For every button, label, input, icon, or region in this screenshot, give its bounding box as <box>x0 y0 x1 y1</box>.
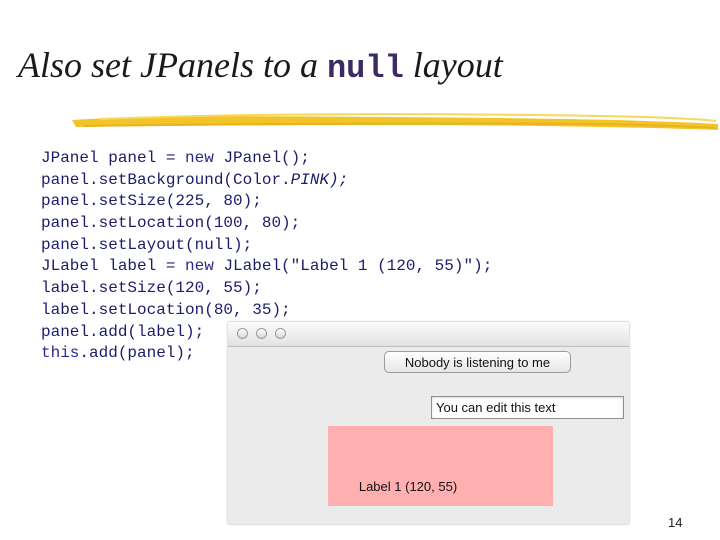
code-text: JPanel(); <box>213 149 310 167</box>
code-keyword: this <box>41 344 80 363</box>
title-prefix: Also set JPanels to a <box>18 45 327 85</box>
close-dot-icon[interactable] <box>237 328 248 339</box>
code-constant: PINK); <box>290 170 349 189</box>
code-keyword: new <box>185 149 214 167</box>
minimize-dot-icon[interactable] <box>256 328 267 339</box>
window-title-bar[interactable] <box>228 322 629 347</box>
editable-text-field[interactable] <box>431 396 624 419</box>
code-text: label.setSize(120, 55); <box>41 279 262 298</box>
brush-underline <box>72 113 718 130</box>
pink-panel: Label 1 (120, 55) <box>328 426 553 506</box>
code-keyword: new <box>185 257 214 276</box>
title-suffix: layout <box>403 45 503 85</box>
code-text: panel.setLayout(null); <box>41 235 253 254</box>
zoom-dot-icon[interactable] <box>275 328 286 339</box>
slide-title: Also set JPanels to a null layout <box>18 44 503 87</box>
code-line: label.setLocation(80, 35); <box>41 300 492 322</box>
code-line: panel.setSize(225, 80); <box>41 191 492 213</box>
code-text: label.setLocation(80, 35); <box>41 300 291 319</box>
title-null-keyword: null <box>326 50 404 87</box>
code-text: JLabel("Label 1 (120, 55)"); <box>213 257 493 276</box>
code-line: panel.setLayout(null); <box>41 235 492 257</box>
page-number: 14 <box>668 515 683 530</box>
code-line: panel.setLocation(100, 80); <box>41 213 492 235</box>
code-text: panel.setLocation(100, 80); <box>41 214 301 233</box>
code-text: .add(panel); <box>79 344 195 363</box>
code-text: JLabel label = <box>41 257 186 276</box>
panel-label: Label 1 (120, 55) <box>358 479 458 494</box>
code-text: panel.add(label); <box>41 322 205 341</box>
code-text: panel.setBackground(Color. <box>41 170 291 189</box>
code-line: panel.setBackground(Color.PINK); <box>41 170 492 192</box>
code-line: JLabel label = new JLabel("Label 1 (120,… <box>41 256 492 278</box>
app-window: Nobody is listening to me Label 1 (120, … <box>228 322 629 524</box>
code-text: panel.setSize(225, 80); <box>41 192 262 211</box>
code-text: JPanel panel = <box>41 149 186 167</box>
code-line: label.setSize(120, 55); <box>41 278 492 300</box>
code-line: JPanel panel = new JPanel(); <box>41 148 492 170</box>
nobody-listening-button[interactable]: Nobody is listening to me <box>384 351 571 373</box>
